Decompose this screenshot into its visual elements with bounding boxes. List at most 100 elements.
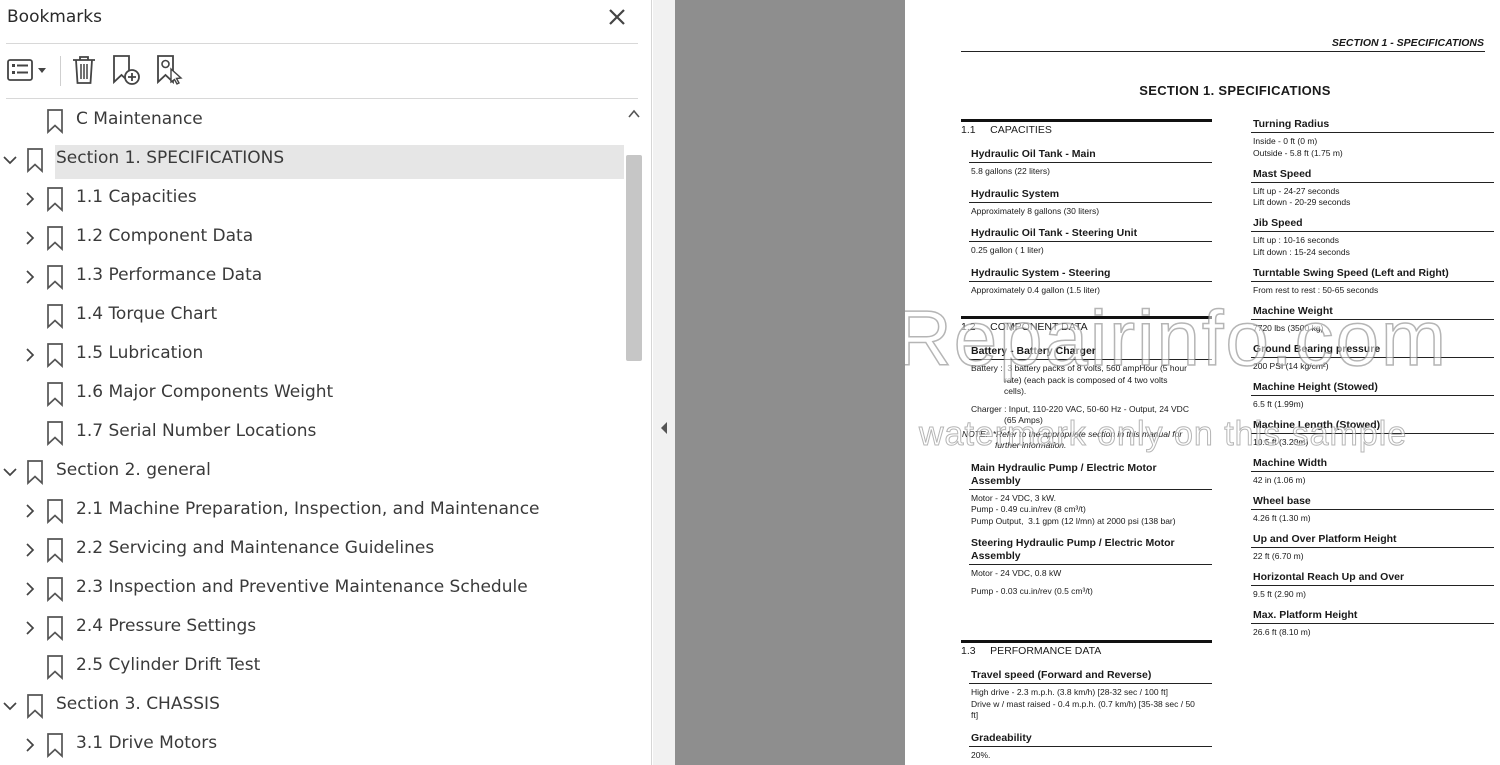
bookmark-item[interactable]: 2.2 Servicing and Maintenance Guidelines <box>0 530 624 569</box>
spec-value: Lift up : 10-16 seconds <box>1253 235 1340 245</box>
spec-rule <box>969 241 1212 242</box>
scroll-up-icon[interactable] <box>627 107 641 121</box>
spec-value: 20%. <box>971 749 991 760</box>
spec-value: Inside - 0 ft (0 m) <box>1253 136 1318 146</box>
bookmark-from-selection-icon[interactable] <box>153 52 185 88</box>
spec-value: 0.25 gallon ( 1 liter) <box>971 245 1044 255</box>
bookmark-item[interactable]: 1.2 Component Data <box>0 218 624 257</box>
options-menu-icon[interactable] <box>6 52 50 88</box>
bookmark-icon <box>47 304 63 329</box>
chevron-down-icon[interactable] <box>1 150 19 170</box>
spec-title: Hydraulic Oil Tank - Steering Unit <box>971 227 1138 239</box>
spec-value: Lift down - 20-29 seconds <box>1253 197 1351 207</box>
bookmark-icon <box>27 460 43 485</box>
chevron-down-icon[interactable] <box>1 462 19 482</box>
chevron-right-icon[interactable] <box>21 267 39 287</box>
spec-rule <box>1251 432 1494 434</box>
spec-rule <box>1251 356 1494 358</box>
chevron-right-icon[interactable] <box>21 189 39 209</box>
spec-rule <box>1251 181 1494 183</box>
bookmarks-toolbar <box>0 44 640 98</box>
bookmark-item[interactable]: C Maintenance <box>0 101 624 140</box>
section-bar <box>961 316 1212 319</box>
bookmark-icon <box>47 382 63 407</box>
spec-rule <box>1251 584 1494 586</box>
spec-value: 200 PSI (14 kg/cm²) <box>1253 360 1329 371</box>
bookmark-item[interactable]: 2.5 Cylinder Drift Test <box>0 647 624 686</box>
spec-value: Pump Output, 3.1 gpm (12 l/mn) at 2000 p… <box>971 515 1176 526</box>
chevron-right-icon[interactable] <box>21 228 39 248</box>
spec-value: 22 ft (6.70 m) <box>1253 550 1304 561</box>
bookmark-item[interactable]: 1.1 Capacities <box>0 179 624 218</box>
bookmark-item[interactable]: Section 3. CHASSIS <box>0 686 624 725</box>
spec-value: 6.5 ft (1.99m) <box>1253 398 1304 409</box>
spec-title: Max. Platform Height <box>1253 608 1358 621</box>
chevron-down-icon[interactable] <box>1 696 19 716</box>
spec-rule <box>1251 546 1494 548</box>
bookmark-icon <box>47 655 63 680</box>
spec-rule <box>1251 318 1494 320</box>
bookmark-item[interactable]: 1.7 Serial Number Locations <box>0 413 624 452</box>
spec-rule <box>969 488 1212 490</box>
bookmark-item[interactable]: 3.1 Drive Motors <box>0 725 624 764</box>
document-page: SECTION 1 - SPECIFICATIONS SECTION 1. SP… <box>905 0 1500 765</box>
spec-note: NOTE: *Refer to the appropriate section … <box>962 428 1183 439</box>
chevron-right-icon[interactable] <box>21 579 39 599</box>
bookmark-label: 2.5 Cylinder Drift Test <box>76 655 261 675</box>
section-heading: 1.2 COMPONENT DATA <box>961 321 1088 333</box>
bookmark-label: 2.4 Pressure Settings <box>76 616 257 636</box>
bookmark-icon <box>47 499 63 524</box>
chevron-right-icon[interactable] <box>21 735 39 755</box>
scrollbar[interactable] <box>624 101 644 765</box>
bookmark-item[interactable]: 2.4 Pressure Settings <box>0 608 624 647</box>
bookmark-icon <box>47 538 63 563</box>
bookmark-item[interactable]: 1.4 Torque Chart <box>0 296 624 335</box>
spec-title: Steering Hydraulic Pump / Electric Motor <box>971 537 1175 549</box>
spec-value: 4.26 ft (1.30 m) <box>1253 512 1311 523</box>
spec-value: Pump - 0.49 cu.in/rev (8 cm³/t) <box>971 504 1086 514</box>
bookmark-item[interactable]: Section 1. SPECIFICATIONS <box>0 140 624 179</box>
divider <box>6 98 638 99</box>
bookmark-icon <box>27 148 43 173</box>
spec-title: Hydraulic System - Steering <box>971 266 1111 279</box>
spec-title: Machine Width <box>1253 456 1327 469</box>
bookmark-icon <box>47 577 63 602</box>
collapse-panel-icon[interactable] <box>658 420 670 436</box>
bookmark-item[interactable]: 2.1 Machine Preparation, Inspection, and… <box>0 491 624 530</box>
bookmark-item[interactable]: 1.6 Major Components Weight <box>0 374 624 413</box>
bookmark-icon <box>47 733 63 758</box>
chevron-right-icon[interactable] <box>21 618 39 638</box>
toolbar-separator <box>60 56 61 86</box>
section-bar <box>961 640 1212 643</box>
spec-value: cells). <box>971 386 1027 396</box>
spec-value: Drive w / mast raised - 0.4 m.p.h. (0.7 … <box>971 698 1195 709</box>
chevron-right-icon[interactable] <box>21 501 39 521</box>
spec-rule <box>1251 132 1494 133</box>
delete-icon[interactable] <box>68 52 100 88</box>
bookmark-item[interactable]: 1.3 Performance Data <box>0 257 624 296</box>
spec-value: (65 Amps) <box>971 415 1043 425</box>
bookmark-label: 2.2 Servicing and Maintenance Guidelines <box>76 538 435 558</box>
spec-rule <box>969 359 1212 360</box>
spec-rule <box>969 280 1212 282</box>
panel-splitter[interactable] <box>653 0 675 765</box>
scrollbar-thumb[interactable] <box>626 155 642 361</box>
chevron-right-icon[interactable] <box>21 345 39 365</box>
bookmark-label: 2.3 Inspection and Preventive Maintenanc… <box>76 577 528 597</box>
spec-value: Motor - 24 VDC, 0.8 kW <box>971 568 1062 578</box>
spec-value: 7720 lbs (3500 kg) <box>1253 322 1324 333</box>
close-icon[interactable] <box>604 4 630 30</box>
bookmark-item[interactable]: Section 2. general <box>0 452 624 491</box>
bookmark-label: 1.1 Capacities <box>76 187 197 207</box>
spec-title: Hydraulic System <box>971 187 1060 200</box>
bookmark-label: Section 3. CHASSIS <box>56 694 220 714</box>
bookmark-label: 3.1 Drive Motors <box>76 733 218 753</box>
spec-title: Wheel base <box>1253 494 1311 507</box>
bookmark-icon <box>47 187 63 212</box>
spec-title: Ground Bearing pressure <box>1253 342 1381 355</box>
chevron-right-icon[interactable] <box>21 540 39 560</box>
bookmark-item[interactable]: 2.3 Inspection and Preventive Maintenanc… <box>0 569 624 608</box>
new-bookmark-icon[interactable] <box>110 52 142 88</box>
bookmark-item[interactable]: 1.5 Lubrication <box>0 335 624 374</box>
spec-title: Machine Weight <box>1253 304 1333 317</box>
